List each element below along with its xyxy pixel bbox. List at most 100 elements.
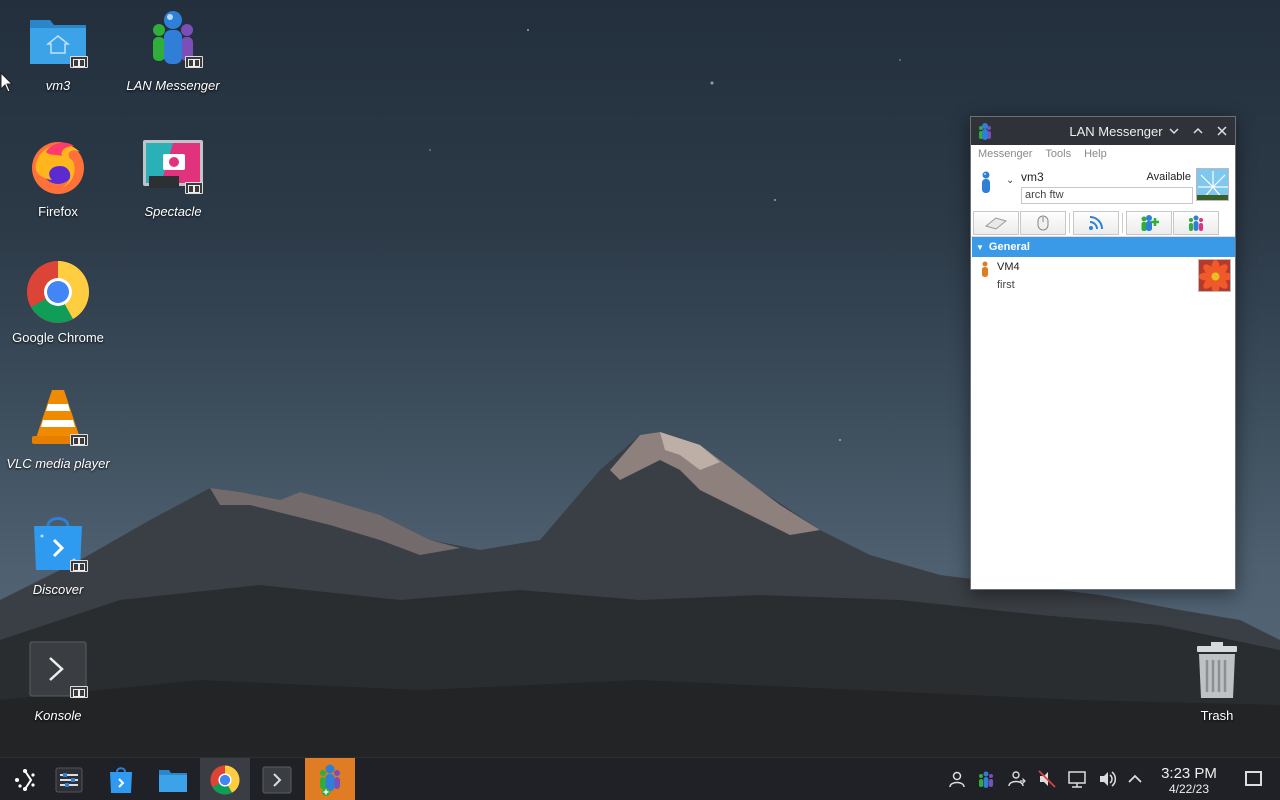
taskbar-settings[interactable] xyxy=(44,758,94,800)
desktop-icon-label: vm3 xyxy=(45,78,71,93)
link-badge-icon xyxy=(70,560,88,572)
user-status[interactable]: Available xyxy=(1147,171,1191,183)
add-contact-icon xyxy=(1141,215,1159,231)
taskbar-lan-messenger[interactable] xyxy=(305,758,355,800)
user-status-icon[interactable] xyxy=(980,171,992,193)
taskbar-chrome[interactable] xyxy=(200,758,250,800)
show-desktop-button[interactable] xyxy=(1245,771,1262,786)
toolbar-separator xyxy=(1069,213,1070,233)
application-launcher-icon xyxy=(15,768,35,791)
chevron-down-icon xyxy=(1169,128,1179,135)
lan-messenger-window[interactable]: LAN Messenger Messenger Tools Help ⌄ vm3… xyxy=(970,116,1236,590)
volume-icon[interactable] xyxy=(1098,770,1116,788)
desktop-icon-vm3[interactable]: vm3 xyxy=(0,8,116,93)
lan-messenger-icon xyxy=(141,8,205,72)
mouse-cursor-icon xyxy=(0,72,14,93)
desktop-icon-label: LAN Messenger xyxy=(126,78,220,93)
desktop-icon-spectacle[interactable]: Spectacle xyxy=(115,134,231,219)
menu-bar: Messenger Tools Help xyxy=(971,145,1235,163)
clock[interactable]: 3:23 PM 4/22/23 xyxy=(1150,765,1228,797)
toolbar-button-attach[interactable] xyxy=(1020,211,1066,235)
desktop-icon-label: VLC media player xyxy=(6,456,110,471)
toolbar-button-group[interactable] xyxy=(1173,211,1219,235)
toolbar-button-add-contact[interactable] xyxy=(1126,211,1172,235)
lan-messenger-icon xyxy=(320,764,340,796)
contact-status-icon xyxy=(982,261,988,277)
link-badge-icon xyxy=(70,434,88,446)
taskbar-discover[interactable] xyxy=(96,758,146,800)
discover-icon xyxy=(110,766,132,793)
expand-tray-icon[interactable] xyxy=(1126,770,1144,788)
files-icon xyxy=(159,769,187,792)
contact-avatar xyxy=(1198,259,1231,292)
desktop-icon-label: Spectacle xyxy=(144,204,202,219)
contact-group-general[interactable]: ▼ General xyxy=(972,237,1235,257)
desktop-icon-firefox[interactable]: Firefox xyxy=(0,134,116,219)
link-badge-icon xyxy=(70,56,88,68)
broadcast-icon xyxy=(1089,216,1103,230)
user-note-field[interactable]: arch ftw xyxy=(1021,187,1193,204)
desktop-icon-trash[interactable]: Trash xyxy=(1159,638,1275,723)
clock-time: 3:23 PM xyxy=(1161,765,1217,782)
lan-messenger-tray-icon[interactable] xyxy=(977,770,995,788)
lan-messenger-icon xyxy=(979,123,991,140)
desktop-icon-label: Firefox xyxy=(38,204,78,219)
taskbar-files[interactable] xyxy=(148,758,198,800)
menu-messenger[interactable]: Messenger xyxy=(978,148,1032,160)
muted-icon[interactable] xyxy=(1038,770,1056,788)
link-badge-icon xyxy=(185,56,203,68)
close-icon xyxy=(1217,126,1227,136)
desktop-icon-vlc[interactable]: VLC media player xyxy=(0,386,116,471)
desktop-icon-label: Konsole xyxy=(34,708,82,723)
chevron-up-icon xyxy=(1193,127,1203,134)
network-icon[interactable] xyxy=(1068,770,1086,788)
window-titlebar[interactable]: LAN Messenger xyxy=(971,117,1235,145)
konsole-icon xyxy=(262,766,292,793)
desktop-icon-label: Trash xyxy=(1200,708,1234,723)
status-dropdown-chevron-icon[interactable]: ⌄ xyxy=(1006,175,1014,186)
desktop-icon-konsole[interactable]: Konsole xyxy=(0,638,116,723)
desktop-icon-discover[interactable]: Discover xyxy=(0,512,116,597)
contact-list-item[interactable]: VM4 first xyxy=(971,258,1235,294)
taskbar: 3:23 PM 4/22/23 xyxy=(0,757,1280,800)
clock-date: 4/22/23 xyxy=(1168,782,1210,796)
desktop-icon-label: Discover xyxy=(32,582,84,597)
trash-icon xyxy=(1185,638,1249,702)
desktop-icon-google-chrome[interactable]: Google Chrome xyxy=(0,260,116,345)
expand-arrow-icon: ▼ xyxy=(976,242,984,252)
konsole-icon xyxy=(26,638,90,702)
toolbar-button-eraser[interactable] xyxy=(973,211,1019,235)
eraser-icon xyxy=(984,217,1008,230)
desktop-icon-label: Google Chrome xyxy=(12,330,104,345)
chrome-icon xyxy=(26,260,90,324)
spectacle-icon xyxy=(141,134,205,198)
mouse-icon xyxy=(1037,215,1049,231)
home-folder-icon xyxy=(26,8,90,72)
toolbar-separator xyxy=(1122,213,1123,233)
user-avatar[interactable] xyxy=(1196,168,1229,201)
taskbar-konsole[interactable] xyxy=(252,758,302,800)
user-profile-panel: ⌄ vm3 Available arch ftw xyxy=(971,163,1235,209)
settings-icon xyxy=(55,767,83,792)
vlc-icon xyxy=(26,386,90,450)
group-name: General xyxy=(988,241,1030,253)
discover-icon xyxy=(26,512,90,576)
contact-toolbar xyxy=(971,209,1235,237)
user-icon[interactable] xyxy=(948,770,966,788)
firefox-icon xyxy=(26,134,90,198)
toolbar-button-broadcast[interactable] xyxy=(1073,211,1119,235)
chrome-icon xyxy=(210,764,240,795)
desktop-icon-lan-messenger[interactable]: LAN Messenger xyxy=(115,8,231,93)
minimize-button[interactable] xyxy=(1166,123,1182,139)
menu-help[interactable]: Help xyxy=(1084,148,1107,160)
user-name: vm3 xyxy=(1021,170,1044,184)
group-icon xyxy=(1189,215,1203,231)
maximize-button[interactable] xyxy=(1190,123,1206,139)
close-button[interactable] xyxy=(1214,123,1230,139)
link-badge-icon xyxy=(185,182,203,194)
contact-name: VM4 xyxy=(997,261,1020,273)
application-launcher-button[interactable] xyxy=(0,758,50,800)
contact-note: first xyxy=(997,279,1015,291)
user-switch-icon[interactable] xyxy=(1008,770,1026,788)
menu-tools[interactable]: Tools xyxy=(1045,148,1071,160)
